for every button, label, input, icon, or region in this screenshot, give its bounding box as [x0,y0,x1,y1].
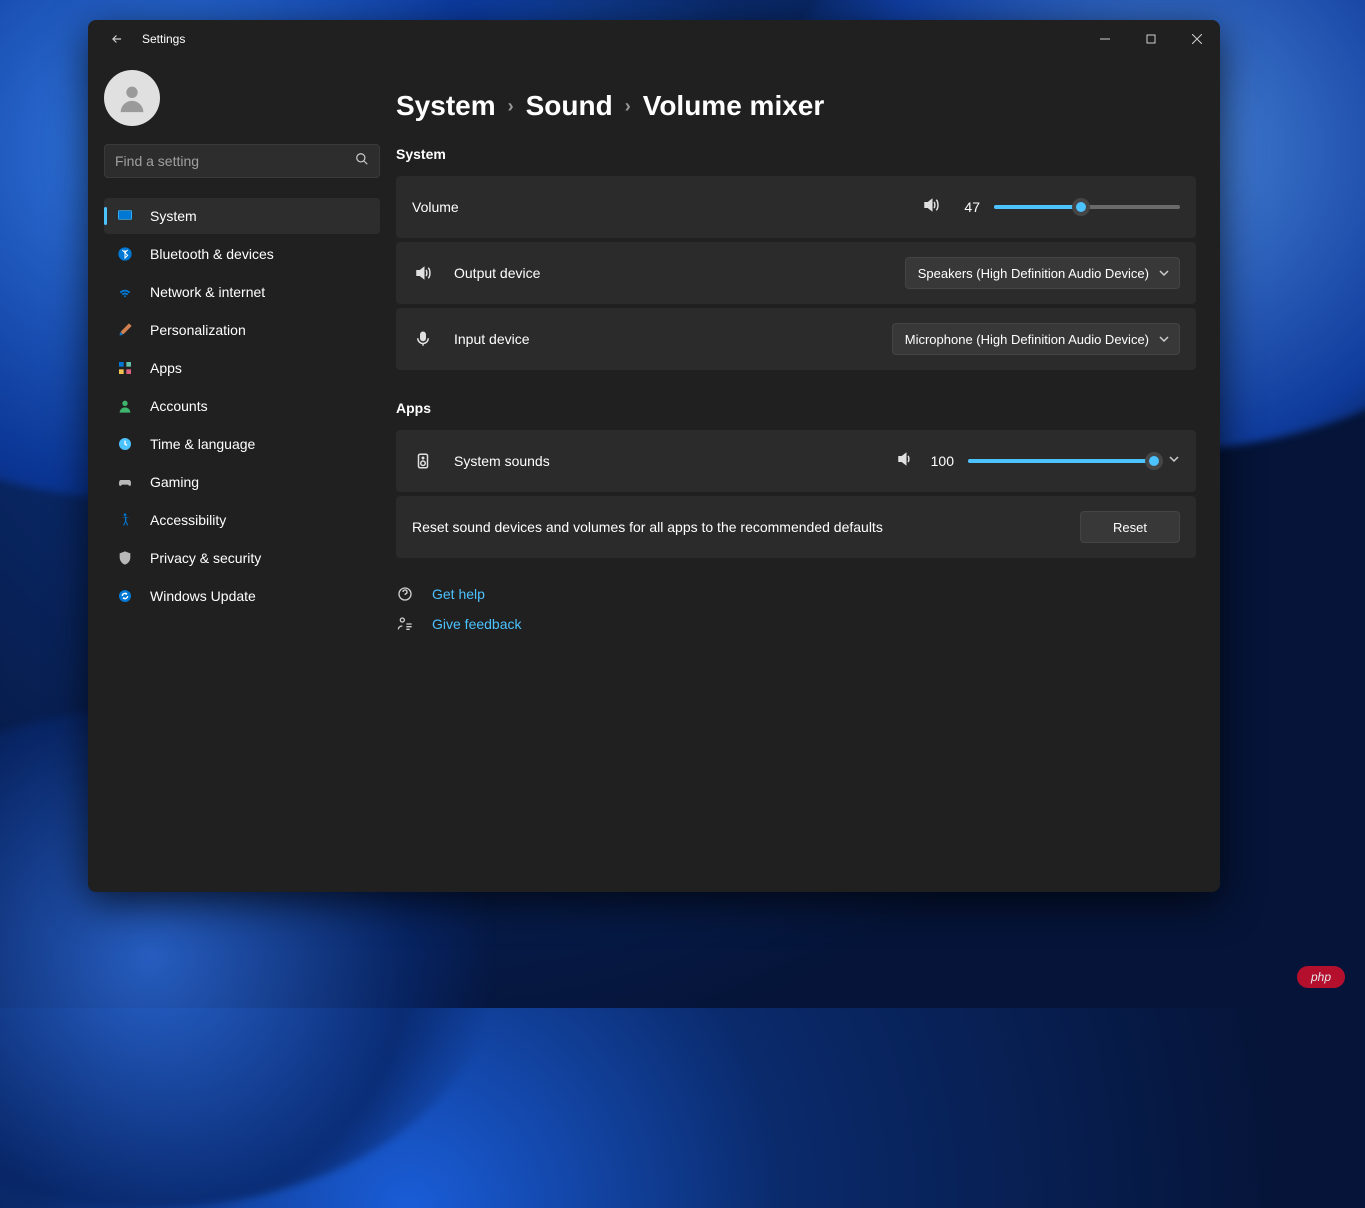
titlebar: Settings [88,20,1220,58]
sidebar-item-label: Bluetooth & devices [150,246,274,262]
input-device-selected: Microphone (High Definition Audio Device… [905,332,1149,347]
sidebar-item-label: System [150,208,197,224]
chevron-down-icon [1159,266,1169,281]
sidebar-item-privacy[interactable]: Privacy & security [104,540,380,576]
output-device-selected: Speakers (High Definition Audio Device) [918,266,1149,281]
speaker-output-icon [412,264,434,282]
help-icon [396,586,414,602]
sidebar: System Bluetooth & devices Network & int… [88,58,396,892]
system-sounds-label: System sounds [454,453,896,469]
sidebar-item-update[interactable]: Windows Update [104,578,380,614]
search-icon [355,152,369,171]
chevron-down-icon [1159,332,1169,347]
speaker-device-icon [412,452,434,470]
accessibility-icon [116,511,134,529]
person-icon [115,81,149,115]
minimize-button[interactable] [1082,20,1128,58]
input-device-label: Input device [454,331,892,347]
sidebar-item-apps[interactable]: Apps [104,350,380,386]
microphone-icon [412,330,434,348]
maximize-button[interactable] [1128,20,1174,58]
input-device-dropdown[interactable]: Microphone (High Definition Audio Device… [892,323,1180,355]
chevron-right-icon: › [625,96,631,117]
help-links: Get help Give feedback [396,586,1196,632]
breadcrumb-system[interactable]: System [396,90,496,122]
gamepad-icon [116,473,134,491]
window-controls [1082,20,1220,58]
output-device-dropdown[interactable]: Speakers (High Definition Audio Device) [905,257,1180,289]
user-avatar[interactable] [104,70,160,126]
reset-card: Reset sound devices and volumes for all … [396,496,1196,558]
give-feedback-row: Give feedback [396,616,1196,632]
section-label-apps: Apps [396,400,1196,416]
reset-description: Reset sound devices and volumes for all … [412,519,1080,535]
account-icon [116,397,134,415]
volume-label: Volume [412,199,459,215]
speaker-icon[interactable] [922,196,940,219]
clock-icon [116,435,134,453]
output-device-label: Output device [454,265,905,281]
update-icon [116,587,134,605]
sidebar-item-accounts[interactable]: Accounts [104,388,380,424]
sidebar-item-label: Time & language [150,436,255,452]
system-sounds-value: 100 [928,453,954,469]
sidebar-item-system[interactable]: System [104,198,380,234]
sidebar-item-time[interactable]: Time & language [104,426,380,462]
sidebar-item-label: Network & internet [150,284,265,300]
window-title: Settings [142,32,185,46]
back-button[interactable] [102,24,132,54]
sidebar-item-label: Accessibility [150,512,226,528]
search-box[interactable] [104,144,380,178]
chevron-right-icon: › [508,96,514,117]
close-icon [1192,34,1202,44]
watermark: php [1297,966,1345,988]
system-sounds-slider[interactable] [968,451,1154,471]
minimize-icon [1100,34,1110,44]
feedback-icon [396,616,414,632]
sidebar-item-gaming[interactable]: Gaming [104,464,380,500]
wifi-icon [116,283,134,301]
input-device-card: Input device Microphone (High Definition… [396,308,1196,370]
breadcrumb-sound[interactable]: Sound [526,90,613,122]
get-help-row: Get help [396,586,1196,602]
speaker-icon[interactable] [896,450,914,473]
breadcrumb: System › Sound › Volume mixer [396,90,1196,122]
display-icon [116,207,134,225]
sidebar-item-label: Privacy & security [150,550,261,566]
volume-slider[interactable] [994,197,1180,217]
sidebar-item-label: Apps [150,360,182,376]
paintbrush-icon [116,321,134,339]
sidebar-item-personalization[interactable]: Personalization [104,312,380,348]
maximize-icon [1146,34,1156,44]
sidebar-item-label: Personalization [150,322,246,338]
sidebar-item-bluetooth[interactable]: Bluetooth & devices [104,236,380,272]
shield-icon [116,549,134,567]
sidebar-item-network[interactable]: Network & internet [104,274,380,310]
close-button[interactable] [1174,20,1220,58]
arrow-left-icon [110,32,124,46]
chevron-down-icon [1168,453,1180,465]
apps-icon [116,359,134,377]
bluetooth-icon [116,245,134,263]
system-sounds-card: System sounds 100 [396,430,1196,492]
sidebar-item-label: Accounts [150,398,208,414]
sidebar-item-label: Windows Update [150,588,256,604]
expand-button[interactable] [1168,452,1180,470]
sidebar-item-label: Gaming [150,474,199,490]
section-label-system: System [396,146,1196,162]
main-content: System › Sound › Volume mixer System Vol… [396,58,1220,892]
search-input[interactable] [115,153,355,169]
output-device-card: Output device Speakers (High Definition … [396,242,1196,304]
breadcrumb-current: Volume mixer [643,90,825,122]
volume-card: Volume 47 [396,176,1196,238]
get-help-link[interactable]: Get help [432,586,485,602]
reset-button[interactable]: Reset [1080,511,1180,543]
sidebar-item-accessibility[interactable]: Accessibility [104,502,380,538]
sidebar-nav: System Bluetooth & devices Network & int… [104,198,380,614]
give-feedback-link[interactable]: Give feedback [432,616,522,632]
settings-window: Settings [88,20,1220,892]
volume-value: 47 [954,199,980,215]
